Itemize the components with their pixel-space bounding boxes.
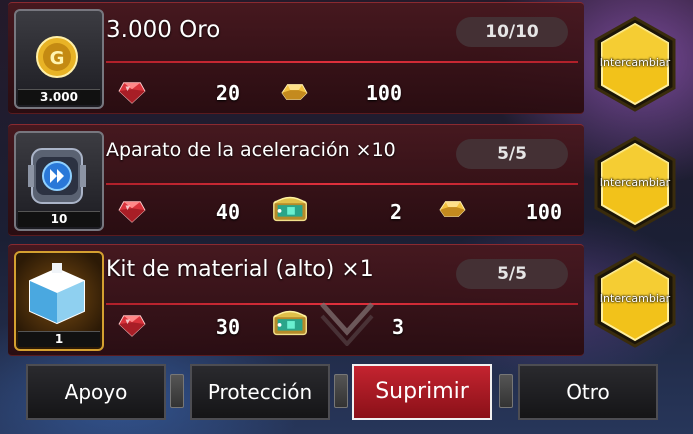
exchange-button[interactable]: Intercambiar — [592, 136, 678, 232]
row-divider — [106, 61, 578, 63]
exchange-button-label: Intercambiar — [599, 176, 671, 189]
accelerator-device-icon — [28, 148, 86, 204]
item-quantity: 10 — [18, 211, 100, 227]
cost-value: 3 — [392, 315, 405, 339]
tab-apoyo[interactable]: Apoyo — [26, 364, 166, 420]
gold-coin-icon: G — [36, 36, 78, 78]
tab-separator — [499, 374, 513, 408]
offer-row: 10 Aparato de la aceleración ×10 5/5 40 … — [8, 124, 584, 236]
red-gem-icon — [118, 199, 146, 223]
tab-otro[interactable]: Otro — [518, 364, 658, 420]
cost-value: 30 — [215, 315, 240, 339]
tab-proteccion[interactable]: Protección — [190, 364, 330, 420]
cost-value: 100 — [525, 200, 562, 224]
offer-row: 1 Kit de material (alto) ×1 5/5 30 3 — [8, 244, 584, 356]
exchange-button-label: Intercambiar — [599, 292, 671, 305]
gold-ingot-icon — [436, 197, 468, 221]
item-slot[interactable]: 1 — [14, 251, 104, 351]
red-gem-icon — [118, 313, 146, 337]
exchange-button[interactable]: Intercambiar — [592, 252, 678, 348]
item-quantity: 1 — [18, 331, 100, 347]
cost-value: 100 — [365, 81, 402, 105]
offer-title: Kit de material (alto) ×1 — [106, 257, 374, 282]
treasure-chest-icon — [270, 305, 312, 339]
treasure-chest-icon — [270, 191, 312, 225]
offer-title: 3.000 Oro — [106, 17, 221, 43]
offer-row: G 3.000 3.000 Oro 10/10 20 100 — [8, 2, 584, 114]
red-gem-icon — [118, 80, 146, 104]
item-slot[interactable]: G 3.000 — [14, 9, 104, 109]
cost-value: 2 — [389, 200, 402, 224]
material-kit-icon — [29, 263, 85, 325]
offer-title: Aparato de la aceleración ×10 — [106, 139, 396, 161]
item-slot[interactable]: 10 — [14, 131, 104, 231]
scroll-down-arrow-icon — [320, 302, 374, 346]
exchange-button-label: Intercambiar — [599, 56, 671, 69]
cost-value: 20 — [215, 81, 240, 105]
exchange-limit-badge: 5/5 — [456, 259, 568, 289]
svg-text:G: G — [50, 48, 65, 69]
exchange-limit-badge: 10/10 — [456, 17, 568, 47]
cost-value: 40 — [215, 200, 240, 224]
exchange-limit-badge: 5/5 — [456, 139, 568, 169]
tab-separator — [334, 374, 348, 408]
tab-suprimir[interactable]: Suprimir — [352, 364, 492, 420]
tab-separator — [170, 374, 184, 408]
gold-ingot-icon — [278, 80, 310, 104]
row-divider — [106, 183, 578, 185]
item-quantity: 3.000 — [18, 89, 100, 105]
exchange-button[interactable]: Intercambiar — [592, 16, 678, 112]
